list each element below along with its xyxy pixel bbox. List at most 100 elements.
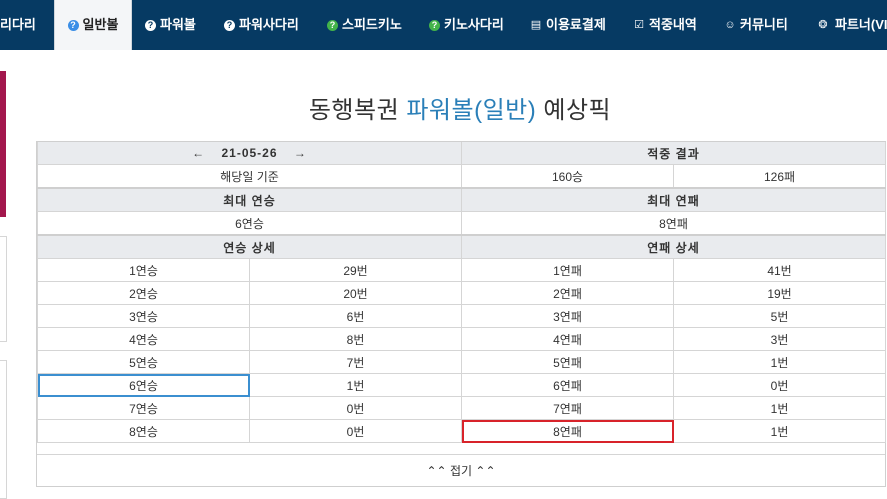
win-count-cell: 6번 [248,304,463,328]
double-up-icon: ⌃⌃ [426,464,447,478]
question-circle-icon: ? [429,19,440,31]
question-circle-icon: ? [67,19,79,31]
prediction-stats-card: ← 21-05-26 → 적중 결과 해당일 기준 160승 126패 최대 연… [36,141,887,487]
table-row: 최대 연승 최대 연패 [36,187,887,212]
loss-count-cell: 1번 [673,419,887,443]
loss-streak-cell: 5연패 [461,350,675,374]
prev-date-arrow-icon[interactable]: ← [180,146,217,160]
nav-item-label: 리다리 [0,17,36,32]
loss-detail-header: 연패 상세 [461,234,887,259]
loss-count-cell: 0번 [673,373,887,397]
left-side-panel [0,236,7,342]
streak-row: 5연승 7번 5연패 1번 [37,350,887,374]
fold-label: 접기 [449,464,473,478]
wins-value: 160승 [461,164,675,189]
max-loss-header: 최대 연패 [461,187,887,212]
next-date-arrow-icon[interactable]: → [282,146,319,160]
win-count-cell: 20번 [248,281,463,305]
loss-count-cell: 5번 [673,304,887,328]
win-streak-cell: 1연승 [37,258,250,282]
streak-row: 7연승 0번 7연패 1번 [37,396,887,420]
win-detail-header: 연승 상세 [36,234,463,259]
loss-count-cell: 1번 [673,350,887,374]
table-row: 6연승 8연패 [36,211,887,236]
page-title: 동행복권 파워볼(일반) 예상픽 [36,90,884,125]
win-streak-cell: 5연승 [37,350,250,374]
loss-streak-cell: 1연패 [461,258,675,282]
win-count-cell: 1번 [248,373,463,397]
question-circle-icon: ? [327,19,338,31]
win-streak-cell: 2연승 [37,281,250,305]
left-side-panel [0,360,7,499]
loss-streak-cell: 6연패 [461,373,675,397]
table-row: 연승 상세 연패 상세 [36,234,887,259]
nav-item-label: 파트너(VI [835,17,887,32]
nav-item-label: 파워사다리 [239,17,299,32]
top-nav: 리다리 ? 일반볼 ? 파워볼 ? 파워사다리 ? 스피드키노 ? 키노사다리 … [0,0,887,50]
nav-item-label: 파워볼 [160,17,196,32]
win-count-cell: 29번 [248,258,463,282]
loss-streak-cell: 4연패 [461,327,675,351]
win-count-cell: 8번 [248,327,463,351]
max-loss-value: 8연패 [461,211,887,236]
loss-streak-cell: 2연패 [461,281,675,305]
question-circle-icon: ? [145,19,156,31]
nav-item-label: 커뮤니티 [740,17,788,32]
nav-item-community[interactable]: ☺ 커뮤니티 [724,0,788,50]
database-icon: ▤ [530,18,542,31]
loss-count-cell: 1번 [673,396,887,420]
title-accent: 파워볼(일반) [406,97,537,124]
loss-count-cell: 3번 [673,327,887,351]
title-suffix: 예상픽 [536,97,612,124]
nav-item-label: 이용료결제 [546,17,606,32]
max-win-header: 최대 연승 [36,187,463,212]
nav-item-label: 키노사다리 [444,17,504,32]
streak-row: 8연승 0번 8연패 1번 [37,419,887,443]
loss-count-cell: 41번 [673,258,887,282]
losses-value: 126패 [673,164,887,189]
streak-row: 2연승 20번 2연패 19번 [37,281,887,305]
nav-item-power-ladder[interactable]: ? 파워사다리 [224,0,299,50]
nav-item-keno-ladder[interactable]: ? 키노사다리 [429,0,504,50]
nav-item-powerball[interactable]: ? 파워볼 [145,0,196,50]
nav-item-payment[interactable]: ▤ 이용료결제 [530,0,606,50]
checkbox-icon: ☑ [634,18,644,31]
nav-item-label: 적중내역 [649,17,697,32]
streak-row: 3연승 6번 3연패 5번 [37,304,887,328]
win-streak-cell: 7연승 [37,396,250,420]
nav-item-label: 일반볼 [82,17,119,32]
loss-streak-cell: 3연패 [461,304,675,328]
loss-streak-cell: 7연패 [461,396,675,420]
win-streak-cell-highlighted: 6연승 [37,373,250,397]
nav-item-hit-history[interactable]: ☑ 적중내역 [633,0,697,50]
basis-label: 해당일 기준 [36,164,463,189]
max-win-value: 6연승 [36,211,463,236]
win-streak-cell: 4연승 [37,327,250,351]
stats-table: ← 21-05-26 → 적중 결과 해당일 기준 160승 126패 최대 연… [36,142,887,443]
win-streak-cell: 3연승 [37,304,250,328]
table-row: ← 21-05-26 → 적중 결과 [36,142,887,165]
nav-item-label: 스피드키노 [342,17,402,32]
nav-item-ladder[interactable]: 리다리 [0,0,46,50]
date-navigator: ← 21-05-26 → [36,142,463,165]
nav-item-partner[interactable]: ❂ 파트너(VI [815,0,887,50]
win-count-cell: 7번 [248,350,463,374]
streak-row: 1연승 29번 1연패 41번 [37,258,887,282]
win-count-cell: 0번 [248,419,463,443]
double-up-icon: ⌃⌃ [475,464,496,478]
win-count-cell: 0번 [248,396,463,420]
title-prefix: 동행복권 [308,97,407,124]
table-row: 해당일 기준 160승 126패 [36,164,887,189]
left-accent-bar [0,71,6,217]
nav-item-normal-ball[interactable]: ? 일반볼 [54,0,132,50]
nav-item-speed-keno[interactable]: ? 스피드키노 [327,0,402,50]
loss-count-cell: 19번 [673,281,887,305]
date-label: 21-05-26 [221,146,278,160]
question-circle-icon: ? [224,19,235,31]
result-header: 적중 결과 [461,142,887,165]
loss-streak-cell-highlighted: 8연패 [461,419,675,443]
smile-icon: ☺ [724,18,736,31]
fold-button[interactable]: ⌃⌃ 접기 ⌃⌃ [37,454,885,487]
streak-row: 4연승 8번 4연패 3번 [37,327,887,351]
cubes-icon: ❂ [818,18,828,31]
